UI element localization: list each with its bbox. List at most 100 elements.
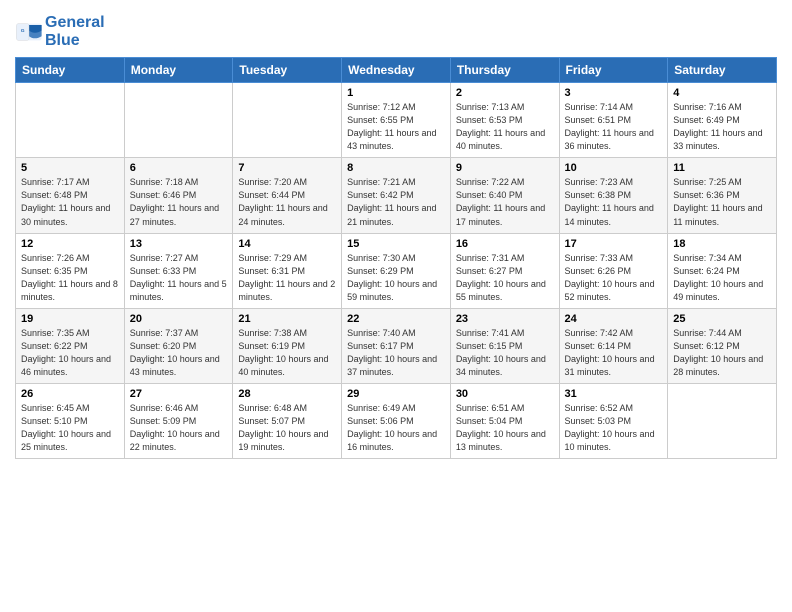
calendar-cell: 25Sunrise: 7:44 AM Sunset: 6:12 PM Dayli… [668,308,777,383]
day-number: 4 [673,87,771,99]
day-number: 10 [565,162,663,174]
calendar-cell: 2 Sunrise: 7:13 AM Sunset: 6:53 PM Daylig… [450,83,559,158]
day-number: 27 [130,388,228,400]
day-number: 2 [456,87,554,99]
calendar-cell: 22 Sunrise: 7:40 AM Sunset: 6:17 PM Dayli… [342,308,451,383]
calendar-day-header: Thursday [450,58,559,83]
day-number: 13 [130,238,228,250]
day-number: 3 [565,87,663,99]
calendar-cell: 21Sunrise: 7:38 AM Sunset: 6:19 PM Dayli… [233,308,342,383]
day-info: Sunrise: 7:41 AM Sunset: 6:15 PM Dayligh… [456,327,554,379]
day-info: Sunrise: 7:35 AM Sunset: 6:22 PM Dayligh… [21,327,119,379]
day-info: Sunrise: 7:38 AM Sunset: 6:19 PM Dayligh… [238,327,336,379]
day-number: 20 [130,313,228,325]
calendar-cell: 24 Sunrise: 7:42 AM Sunset: 6:14 PM Dayli… [559,308,668,383]
calendar-cell: 23 Sunrise: 7:41 AM Sunset: 6:15 PM Dayli… [450,308,559,383]
calendar-cell: 27Sunrise: 6:46 AM Sunset: 5:09 PM Dayli… [124,383,233,458]
day-info: Sunrise: 6:48 AM Sunset: 5:07 PM Dayligh… [238,402,336,454]
calendar-cell: 26 Sunrise: 6:45 AM Sunset: 5:10 PM Dayli… [16,383,125,458]
day-info: Sunrise: 7:13 AM Sunset: 6:53 PM Dayligh… [456,101,554,153]
calendar-cell: 20 Sunrise: 7:37 AM Sunset: 6:20 PM Dayli… [124,308,233,383]
calendar-cell: 7Sunrise: 7:20 AM Sunset: 6:44 PM Daylig… [233,158,342,233]
calendar-day-header: Sunday [16,58,125,83]
calendar-cell: 12 Sunrise: 7:26 AM Sunset: 6:35 PM Dayli… [16,233,125,308]
calendar-cell: 5 Sunrise: 7:17 AM Sunset: 6:48 PM Daylig… [16,158,125,233]
calendar-cell: 3 Sunrise: 7:14 AM Sunset: 6:51 PM Daylig… [559,83,668,158]
calendar-cell: 4 Sunrise: 7:16 AM Sunset: 6:49 PM Daylig… [668,83,777,158]
day-number: 22 [347,313,445,325]
calendar-week-row: 19 Sunrise: 7:35 AM Sunset: 6:22 PM Dayli… [16,308,777,383]
day-info: Sunrise: 7:17 AM Sunset: 6:48 PM Dayligh… [21,176,119,228]
day-number: 28 [238,388,336,400]
calendar-cell [16,83,125,158]
header: G General Blue [15,10,777,49]
calendar-cell [668,383,777,458]
calendar-cell: 16Sunrise: 7:31 AM Sunset: 6:27 PM Dayli… [450,233,559,308]
day-number: 5 [21,162,119,174]
day-info: Sunrise: 7:37 AM Sunset: 6:20 PM Dayligh… [130,327,228,379]
calendar-cell: 6 Sunrise: 7:18 AM Sunset: 6:46 PM Daylig… [124,158,233,233]
logo: G General Blue [15,14,105,49]
calendar-week-row: 1 Sunrise: 7:12 AM Sunset: 6:55 PM Daylig… [16,83,777,158]
day-info: Sunrise: 7:30 AM Sunset: 6:29 PM Dayligh… [347,252,445,304]
day-info: Sunrise: 7:42 AM Sunset: 6:14 PM Dayligh… [565,327,663,379]
calendar-cell: 1 Sunrise: 7:12 AM Sunset: 6:55 PM Daylig… [342,83,451,158]
day-info: Sunrise: 7:23 AM Sunset: 6:38 PM Dayligh… [565,176,663,228]
calendar-cell: 11 Sunrise: 7:25 AM Sunset: 6:36 PM Dayli… [668,158,777,233]
day-info: Sunrise: 6:52 AM Sunset: 5:03 PM Dayligh… [565,402,663,454]
day-number: 23 [456,313,554,325]
calendar-day-header: Wednesday [342,58,451,83]
day-number: 15 [347,238,445,250]
day-number: 25 [673,313,771,325]
calendar-cell: 19 Sunrise: 7:35 AM Sunset: 6:22 PM Dayli… [16,308,125,383]
day-info: Sunrise: 7:18 AM Sunset: 6:46 PM Dayligh… [130,176,228,228]
day-number: 17 [565,238,663,250]
day-info: Sunrise: 6:49 AM Sunset: 5:06 PM Dayligh… [347,402,445,454]
day-info: Sunrise: 7:16 AM Sunset: 6:49 PM Dayligh… [673,101,771,153]
day-number: 14 [238,238,336,250]
day-number: 12 [21,238,119,250]
day-number: 29 [347,388,445,400]
calendar-cell: 18 Sunrise: 7:34 AM Sunset: 6:24 PM Dayli… [668,233,777,308]
calendar-cell: 13 Sunrise: 7:27 AM Sunset: 6:33 PM Dayli… [124,233,233,308]
day-info: Sunrise: 7:14 AM Sunset: 6:51 PM Dayligh… [565,101,663,153]
day-info: Sunrise: 7:12 AM Sunset: 6:55 PM Dayligh… [347,101,445,153]
calendar-week-row: 5 Sunrise: 7:17 AM Sunset: 6:48 PM Daylig… [16,158,777,233]
day-number: 24 [565,313,663,325]
day-number: 26 [21,388,119,400]
logo-icon: G [15,18,43,46]
calendar-cell: 29 Sunrise: 6:49 AM Sunset: 5:06 PM Dayli… [342,383,451,458]
calendar-header-row: SundayMondayTuesdayWednesdayThursdayFrid… [16,58,777,83]
calendar-cell: 8Sunrise: 7:21 AM Sunset: 6:42 PM Daylig… [342,158,451,233]
day-number: 30 [456,388,554,400]
calendar-day-header: Friday [559,58,668,83]
day-info: Sunrise: 6:51 AM Sunset: 5:04 PM Dayligh… [456,402,554,454]
day-info: Sunrise: 6:45 AM Sunset: 5:10 PM Dayligh… [21,402,119,454]
calendar-day-header: Tuesday [233,58,342,83]
calendar-day-header: Saturday [668,58,777,83]
day-info: Sunrise: 7:20 AM Sunset: 6:44 PM Dayligh… [238,176,336,228]
day-number: 1 [347,87,445,99]
day-info: Sunrise: 7:31 AM Sunset: 6:27 PM Dayligh… [456,252,554,304]
day-info: Sunrise: 7:25 AM Sunset: 6:36 PM Dayligh… [673,176,771,228]
day-info: Sunrise: 7:27 AM Sunset: 6:33 PM Dayligh… [130,252,228,304]
calendar-cell: 31 Sunrise: 6:52 AM Sunset: 5:03 PM Dayli… [559,383,668,458]
day-number: 18 [673,238,771,250]
calendar-cell: 15 Sunrise: 7:30 AM Sunset: 6:29 PM Dayli… [342,233,451,308]
day-info: Sunrise: 7:40 AM Sunset: 6:17 PM Dayligh… [347,327,445,379]
day-number: 6 [130,162,228,174]
svg-text:G: G [21,28,25,34]
day-info: Sunrise: 7:33 AM Sunset: 6:26 PM Dayligh… [565,252,663,304]
day-number: 19 [21,313,119,325]
day-info: Sunrise: 7:22 AM Sunset: 6:40 PM Dayligh… [456,176,554,228]
day-info: Sunrise: 7:34 AM Sunset: 6:24 PM Dayligh… [673,252,771,304]
day-info: Sunrise: 7:26 AM Sunset: 6:35 PM Dayligh… [21,252,119,304]
day-number: 11 [673,162,771,174]
page: G General Blue SundayMondayTuesdayWednes… [0,0,792,612]
day-info: Sunrise: 7:21 AM Sunset: 6:42 PM Dayligh… [347,176,445,228]
day-number: 31 [565,388,663,400]
calendar-cell: 14Sunrise: 7:29 AM Sunset: 6:31 PM Dayli… [233,233,342,308]
calendar-cell [233,83,342,158]
calendar-week-row: 26 Sunrise: 6:45 AM Sunset: 5:10 PM Dayli… [16,383,777,458]
day-number: 9 [456,162,554,174]
